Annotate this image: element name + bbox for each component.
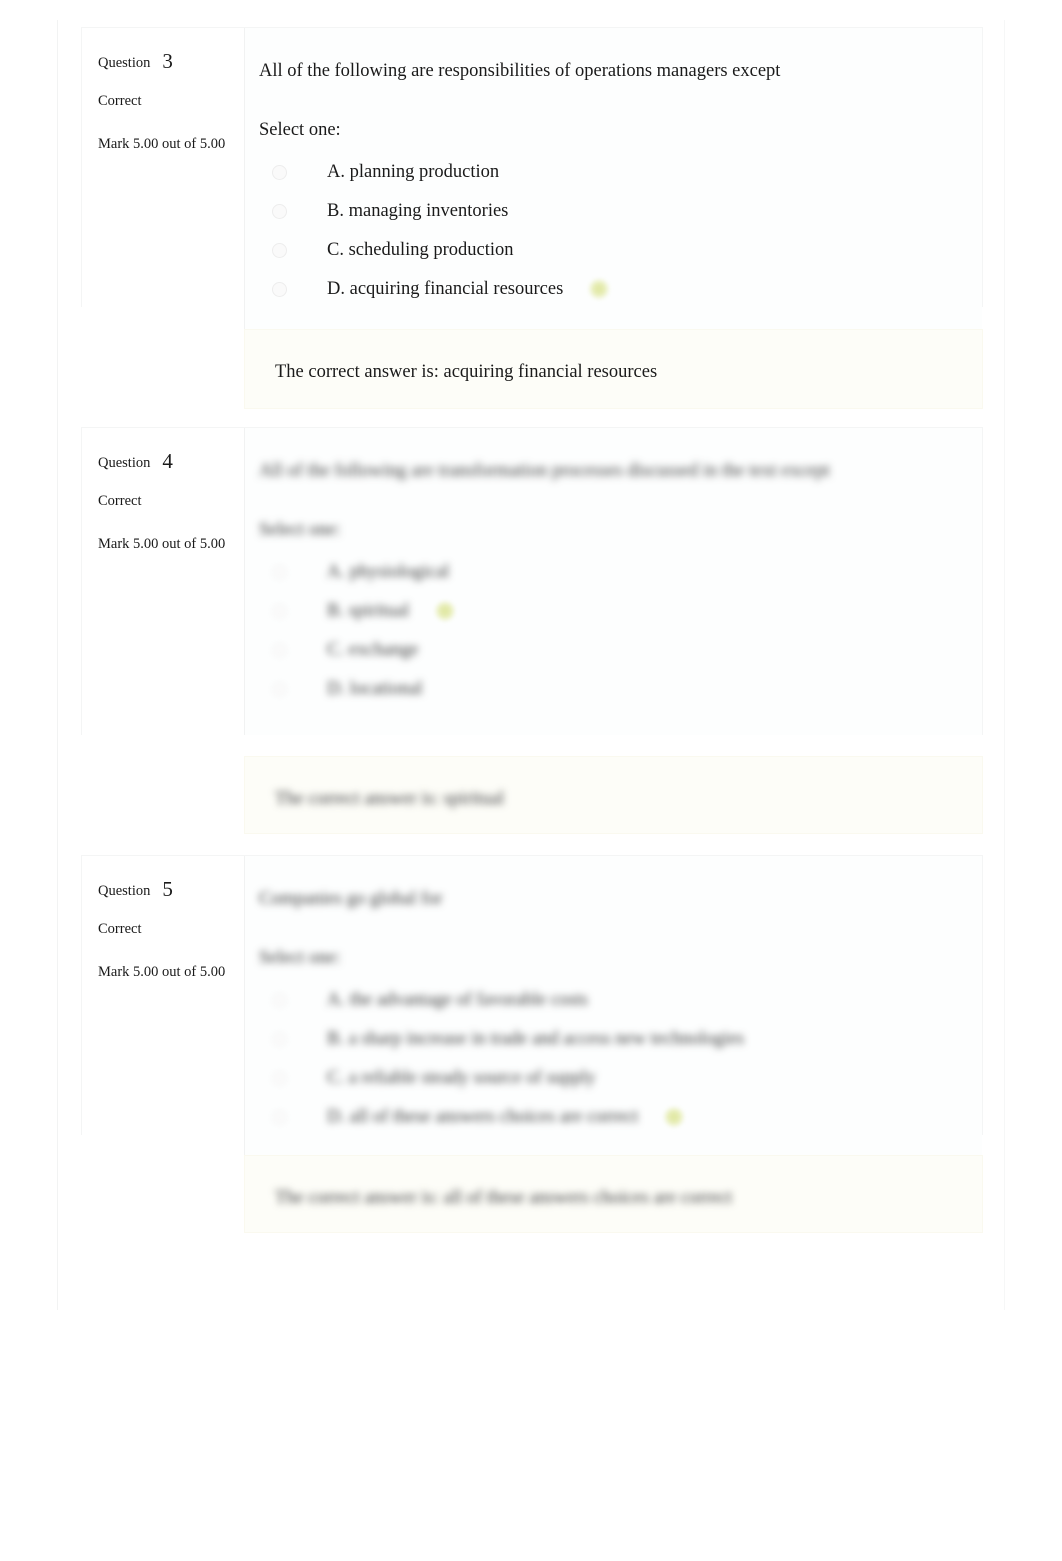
answer-label-5-a: A. the advantage of favorable costs bbox=[327, 989, 588, 1010]
question-grade-5: Mark 5.00 out of 5.00 bbox=[98, 964, 226, 981]
page-right-rule bbox=[1004, 20, 1005, 1310]
radio-button-icon[interactable] bbox=[272, 1109, 287, 1125]
question-stem-5: Companies go global for bbox=[259, 889, 443, 909]
answer-option-4-d[interactable]: D. locational bbox=[259, 670, 958, 709]
question-content-3: All of the following are responsibilitie… bbox=[245, 28, 982, 335]
select-one-prompt-5: Select one: bbox=[259, 947, 341, 968]
answer-list-5: A. the advantage of favorable costs B. a… bbox=[259, 981, 958, 1137]
correct-check-icon bbox=[589, 279, 610, 300]
question-number-line-5: Question 5 bbox=[98, 877, 230, 901]
answer-option-3-a[interactable]: A. planning production bbox=[259, 153, 958, 192]
question-stem-4: All of the following are transformation … bbox=[259, 461, 830, 481]
radio-button-icon[interactable] bbox=[272, 242, 287, 258]
question-info-3: Question 3 Correct Mark 5.00 out of 5.00 bbox=[82, 28, 245, 335]
question-content-5: Companies go global for Select one: A. t… bbox=[245, 856, 982, 1163]
radio-button-icon[interactable] bbox=[272, 203, 287, 219]
question-label-5: Question bbox=[98, 883, 151, 899]
radio-button-icon[interactable] bbox=[272, 992, 287, 1008]
radio-button-icon[interactable] bbox=[272, 281, 287, 297]
answer-label-5-b: B. a sharp increase in trade and access … bbox=[327, 1028, 745, 1049]
question-content-4: All of the following are transformation … bbox=[245, 428, 982, 735]
answer-option-5-c[interactable]: C. a reliable steady source of supply bbox=[259, 1059, 958, 1098]
correct-check-icon bbox=[435, 601, 456, 622]
answer-option-4-b[interactable]: B. spiritual bbox=[259, 592, 958, 631]
question-grade-4: Mark 5.00 out of 5.00 bbox=[98, 536, 226, 553]
question-feedback-4: The correct answer is: spiritual bbox=[244, 756, 983, 834]
radio-button-icon[interactable] bbox=[272, 1031, 287, 1047]
radio-button-icon[interactable] bbox=[272, 164, 287, 180]
radio-button-icon[interactable] bbox=[272, 603, 287, 619]
answer-label-4-c: C. exchange bbox=[327, 639, 419, 660]
page-left-rule bbox=[57, 20, 58, 1310]
answer-list-3: A. planning production B. managing inven… bbox=[259, 153, 958, 309]
question-label-3: Question bbox=[98, 55, 151, 71]
answer-label-3-d: D. acquiring financial resources bbox=[327, 278, 564, 299]
correct-check-icon bbox=[664, 1107, 685, 1128]
radio-button-icon[interactable] bbox=[272, 681, 287, 697]
radio-button-icon[interactable] bbox=[272, 642, 287, 658]
question-info-4: Question 4 Correct Mark 5.00 out of 5.00 bbox=[82, 428, 245, 735]
answer-option-4-a[interactable]: A. physiological bbox=[259, 553, 958, 592]
question-feedback-3: The correct answer is: acquiring financi… bbox=[244, 329, 983, 409]
answer-option-4-c[interactable]: C. exchange bbox=[259, 631, 958, 670]
question-state-5: Correct bbox=[98, 921, 142, 938]
quiz-review-page: Question 3 Correct Mark 5.00 out of 5.00 … bbox=[0, 0, 1062, 1561]
select-one-prompt-3: Select one: bbox=[259, 119, 341, 140]
question-info-5: Question 5 Correct Mark 5.00 out of 5.00 bbox=[82, 856, 245, 1163]
question-label-4: Question bbox=[98, 455, 151, 471]
answer-option-3-d[interactable]: D. acquiring financial resources bbox=[259, 270, 958, 309]
answer-list-4: A. physiological B. spiritual C. exchang… bbox=[259, 553, 958, 709]
answer-option-5-a[interactable]: A. the advantage of favorable costs bbox=[259, 981, 958, 1020]
answer-label-3-b: B. managing inventories bbox=[327, 200, 509, 221]
question-state-3: Correct bbox=[98, 93, 142, 110]
answer-label-4-d: D. locational bbox=[327, 678, 423, 699]
answer-option-3-b[interactable]: B. managing inventories bbox=[259, 192, 958, 231]
question-block-5: Question 5 Correct Mark 5.00 out of 5.00 … bbox=[81, 855, 983, 1163]
question-number-line-3: Question 3 bbox=[98, 49, 230, 73]
answer-label-4-a: A. physiological bbox=[327, 561, 450, 582]
answer-label-5-c: C. a reliable steady source of supply bbox=[327, 1067, 596, 1088]
feedback-text-4: The correct answer is: spiritual bbox=[275, 789, 505, 809]
question-feedback-5: The correct answer is: all of these answ… bbox=[244, 1155, 983, 1233]
question-stem-3: All of the following are responsibilitie… bbox=[259, 61, 781, 81]
answer-option-5-b[interactable]: B. a sharp increase in trade and access … bbox=[259, 1020, 958, 1059]
feedback-text-3: The correct answer is: acquiring financi… bbox=[275, 362, 658, 382]
answer-label-5-d: D. all of these answers choices are corr… bbox=[327, 1106, 639, 1127]
question-block-4: Question 4 Correct Mark 5.00 out of 5.00 … bbox=[81, 427, 983, 735]
question-block-3: Question 3 Correct Mark 5.00 out of 5.00 … bbox=[81, 27, 983, 335]
question-number-4: 4 bbox=[162, 449, 173, 473]
answer-option-5-d[interactable]: D. all of these answers choices are corr… bbox=[259, 1098, 958, 1137]
answer-label-3-c: C. scheduling production bbox=[327, 239, 514, 260]
question-number-5: 5 bbox=[162, 877, 173, 901]
answer-option-3-c[interactable]: C. scheduling production bbox=[259, 231, 958, 270]
feedback-text-5: The correct answer is: all of these answ… bbox=[275, 1188, 733, 1208]
question-number-3: 3 bbox=[162, 49, 173, 73]
question-state-4: Correct bbox=[98, 493, 142, 510]
answer-label-3-a: A. planning production bbox=[327, 161, 500, 182]
question-number-line-4: Question 4 bbox=[98, 449, 230, 473]
radio-button-icon[interactable] bbox=[272, 1070, 287, 1086]
select-one-prompt-4: Select one: bbox=[259, 519, 341, 540]
question-grade-3: Mark 5.00 out of 5.00 bbox=[98, 136, 226, 153]
radio-button-icon[interactable] bbox=[272, 564, 287, 580]
answer-label-4-b: B. spiritual bbox=[327, 600, 410, 621]
